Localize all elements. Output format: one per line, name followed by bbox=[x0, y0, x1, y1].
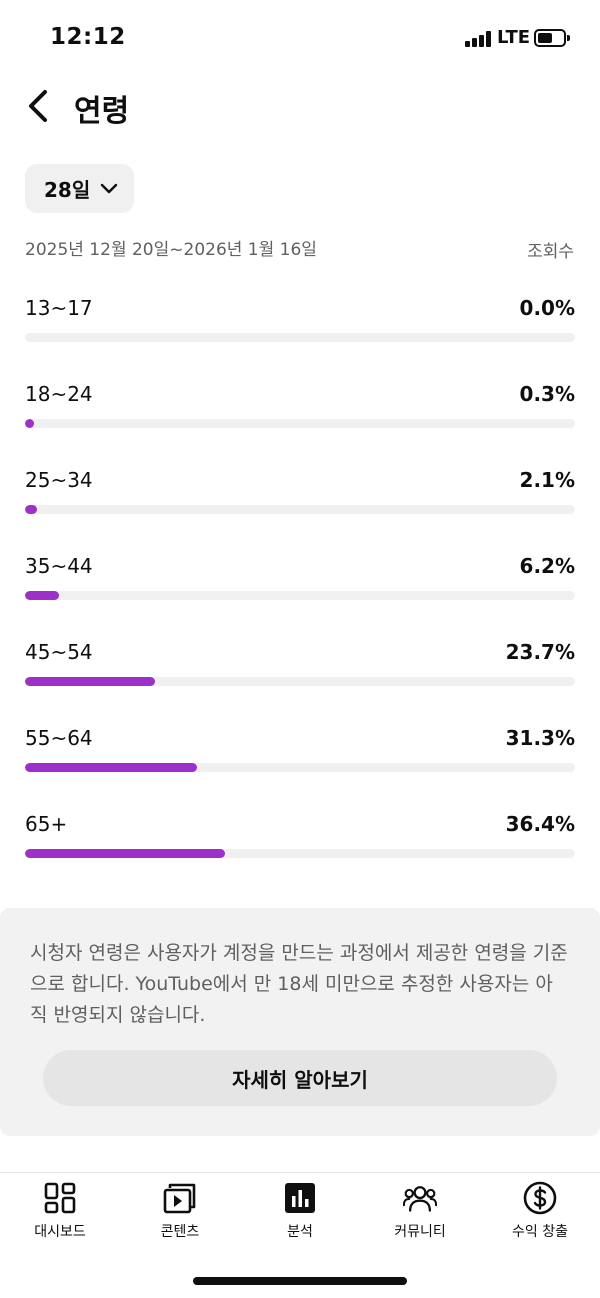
nav-item-dashboard[interactable]: 대시보드 bbox=[0, 1181, 120, 1251]
age-group-label: 35~44 bbox=[25, 554, 93, 578]
nav-item-earn[interactable]: 수익 창출 bbox=[480, 1181, 600, 1251]
learn-more-button[interactable]: 자세히 알아보기 bbox=[43, 1050, 557, 1106]
nav-label: 수익 창출 bbox=[512, 1224, 568, 1240]
analytics-icon bbox=[283, 1181, 317, 1215]
period-dropdown-label: 28일 bbox=[44, 178, 91, 202]
age-group-label: 45~54 bbox=[25, 640, 93, 664]
age-group-percent: 0.0% bbox=[519, 296, 575, 320]
age-group-label: 13~17 bbox=[25, 296, 93, 320]
battery-icon bbox=[534, 29, 570, 47]
back-button[interactable] bbox=[18, 84, 58, 128]
nav-item-community[interactable]: 커뮤니티 bbox=[360, 1181, 480, 1251]
age-group-row: 13~17 0.0% bbox=[25, 280, 575, 366]
age-group-label: 65+ bbox=[25, 812, 68, 836]
age-group-percent: 36.4% bbox=[505, 812, 575, 836]
age-group-bar-fill bbox=[25, 849, 226, 858]
age-group-bar-track bbox=[25, 677, 575, 686]
period-dropdown[interactable]: 28일 bbox=[25, 164, 134, 213]
home-indicator bbox=[193, 1277, 407, 1285]
header: 연령 bbox=[0, 76, 600, 140]
network-type: LTE bbox=[497, 27, 531, 48]
info-panel: 시청자 연령은 사용자가 계정을 만드는 과정에서 제공한 연령을 기준으로 합… bbox=[0, 908, 600, 1136]
signal-icon bbox=[465, 31, 491, 47]
age-group-label: 55~64 bbox=[25, 726, 93, 750]
age-group-bar-track bbox=[25, 419, 575, 428]
earn-icon bbox=[523, 1181, 557, 1215]
metric-label: 조회수 bbox=[527, 242, 574, 262]
nav-item-content[interactable]: 콘텐츠 bbox=[120, 1181, 240, 1251]
age-group-bar-track bbox=[25, 505, 575, 514]
age-group-row: 55~64 31.3% bbox=[25, 710, 575, 796]
age-group-bar-fill bbox=[25, 763, 198, 772]
age-group-row: 18~24 0.3% bbox=[25, 366, 575, 452]
age-group-bar-track bbox=[25, 763, 575, 772]
status-time: 12:12 bbox=[50, 24, 126, 50]
age-group-bar-fill bbox=[25, 591, 60, 600]
age-group-percent: 23.7% bbox=[505, 640, 575, 664]
age-group-bar-track bbox=[25, 849, 575, 858]
age-group-label: 18~24 bbox=[25, 382, 93, 406]
age-group-bar-fill bbox=[25, 677, 156, 686]
chevron-down-icon bbox=[101, 183, 118, 193]
community-icon bbox=[403, 1181, 437, 1215]
age-group-bar-fill bbox=[25, 505, 37, 514]
age-group-bar-track bbox=[25, 591, 575, 600]
status-bar: 12:12 LTE bbox=[0, 0, 600, 76]
info-text: 시청자 연령은 사용자가 계정을 만드는 과정에서 제공한 연령을 기준으로 합… bbox=[30, 942, 568, 1026]
age-group-bar-track bbox=[25, 333, 575, 342]
age-group-row: 25~34 2.1% bbox=[25, 452, 575, 538]
page-title: 연령 bbox=[74, 94, 130, 129]
nav-item-analytics[interactable]: 분석 bbox=[240, 1181, 360, 1251]
nav-label: 콘텐츠 bbox=[160, 1224, 200, 1240]
nav-label: 커뮤니티 bbox=[394, 1224, 446, 1240]
chevron-left-icon bbox=[29, 90, 47, 122]
age-group-percent: 6.2% bbox=[519, 554, 575, 578]
age-group-bar-fill bbox=[25, 419, 34, 428]
date-range: 2025년 12월 20일~2026년 1월 16일 bbox=[25, 240, 317, 260]
age-group-row: 45~54 23.7% bbox=[25, 624, 575, 710]
nav-label: 분석 bbox=[287, 1224, 313, 1240]
dashboard-icon bbox=[43, 1181, 77, 1215]
age-group-row: 65+ 36.4% bbox=[25, 796, 575, 882]
age-group-percent: 2.1% bbox=[519, 468, 575, 492]
content-icon bbox=[163, 1181, 197, 1215]
age-group-row: 35~44 6.2% bbox=[25, 538, 575, 624]
age-group-percent: 0.3% bbox=[519, 382, 575, 406]
age-group-label: 25~34 bbox=[25, 468, 93, 492]
nav-label: 대시보드 bbox=[34, 1224, 86, 1240]
age-group-percent: 31.3% bbox=[505, 726, 575, 750]
age-group-list: 13~17 0.0% 18~24 0.3% 25~34 2.1% 35~44 6… bbox=[25, 280, 575, 882]
